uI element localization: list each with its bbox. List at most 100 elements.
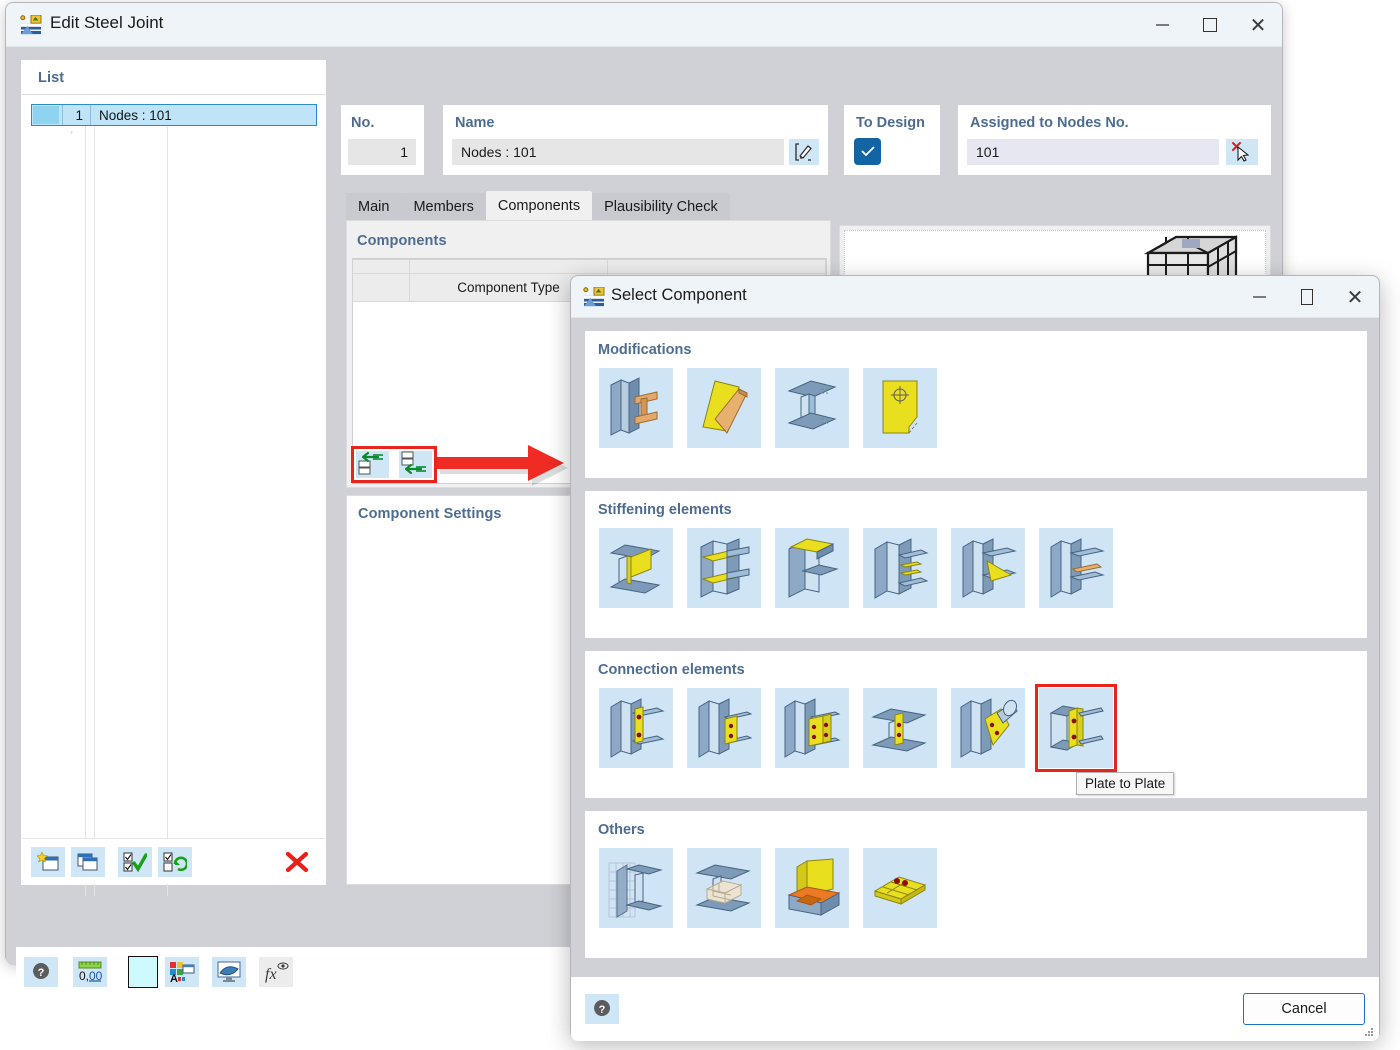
name-field-label: Name: [455, 115, 495, 131]
minimize-button[interactable]: [1138, 3, 1186, 47]
number-field-label: No.: [351, 115, 375, 131]
dialog-title: Select Component: [611, 286, 747, 304]
component-fin-plate[interactable]: [687, 688, 761, 768]
group-stiffening-elements: Stiffening elements: [585, 491, 1367, 638]
dialog-minimize-button[interactable]: [1235, 276, 1283, 318]
list-grid-line-1: [85, 126, 86, 896]
dialog-titlebar[interactable]: Select Component ✕: [571, 276, 1379, 318]
beam-notch-icon: [787, 380, 837, 430]
color-swatch-button[interactable]: [128, 956, 158, 988]
checkboxes-check-icon: [123, 852, 147, 872]
close-icon: ✕: [1249, 13, 1267, 37]
main-titlebar[interactable]: Edit Steel Joint ✕: [6, 3, 1282, 47]
tab-bar: Main Members Components Plausibility Che…: [346, 191, 730, 220]
component-notch[interactable]: [775, 368, 849, 448]
assigned-nodes-input[interactable]: 101: [967, 139, 1219, 165]
assigned-nodes-group: Assigned to Nodes No. 101: [958, 105, 1271, 175]
tab-components[interactable]: Components: [485, 191, 593, 220]
to-design-checkbox[interactable]: [854, 138, 881, 165]
append-component-button[interactable]: [399, 451, 432, 478]
copy-joint-button[interactable]: [71, 847, 105, 877]
component-gusset-stiffener[interactable]: [1039, 528, 1113, 608]
insert-component-button[interactable]: [356, 451, 389, 478]
component-flange-stiffener[interactable]: [687, 528, 761, 608]
rib-plates-icon: [874, 538, 929, 599]
checkboxes-refresh-icon: [163, 852, 187, 872]
edit-pencil-icon: [795, 143, 812, 161]
component-weld[interactable]: [775, 848, 849, 928]
resize-grip-icon[interactable]: [1364, 1027, 1374, 1037]
tab-main[interactable]: Main: [346, 193, 402, 220]
dialog-footer: ? Cancel: [571, 977, 1379, 1041]
list-toolbar: [22, 838, 325, 884]
formula-button[interactable]: fx: [259, 957, 293, 987]
solid-block-icon: [695, 864, 751, 912]
main-window-controls: ✕: [1138, 3, 1282, 47]
steel-joint-app-icon: [583, 287, 605, 307]
list-marker-tick: ': [71, 130, 73, 140]
maximize-icon: [1203, 18, 1217, 32]
top-strip-cell-1: [410, 260, 608, 273]
svg-text:A: A: [170, 973, 178, 983]
group-stiffening-items: [599, 528, 1113, 608]
list-grid-line-2: [94, 126, 95, 896]
svg-text:0,: 0,: [79, 969, 89, 983]
column-header-index: [353, 274, 410, 301]
component-tooltip: Plate to Plate: [1076, 772, 1175, 795]
dialog-help-button[interactable]: ?: [585, 994, 619, 1024]
component-haunch[interactable]: [951, 528, 1025, 608]
name-input[interactable]: Nodes : 101: [452, 139, 784, 165]
delete-joint-button[interactable]: [280, 847, 314, 877]
dialog-maximize-button[interactable]: [1283, 276, 1331, 318]
component-opening[interactable]: [863, 368, 937, 448]
decimal-places-button[interactable]: 0, 00: [73, 957, 107, 987]
name-field-group: Name Nodes : 101: [443, 105, 828, 175]
select-all-button[interactable]: [118, 847, 152, 877]
component-solid-block[interactable]: [687, 848, 761, 928]
component-end-plate[interactable]: [599, 688, 673, 768]
gusset-stiffener-icon: [1050, 538, 1105, 598]
display-properties-button[interactable]: A: [165, 957, 199, 987]
annotation-arrow: [436, 443, 586, 489]
tube-gusset-icon: [960, 698, 1018, 758]
cancel-button[interactable]: Cancel: [1243, 993, 1365, 1025]
monitor-render-icon: [217, 961, 241, 982]
weld-icon: [787, 858, 841, 916]
component-web-stiffener[interactable]: [599, 528, 673, 608]
svg-text:?: ?: [38, 967, 45, 979]
top-strip-cell-2: [608, 260, 826, 273]
svg-text:?: ?: [599, 1004, 606, 1016]
group-stiffening-title: Stiffening elements: [598, 502, 732, 518]
component-splice-plate[interactable]: [863, 688, 937, 768]
invert-selection-button[interactable]: [158, 847, 192, 877]
component-bolt-grid[interactable]: [863, 848, 937, 928]
new-joint-button[interactable]: [31, 847, 65, 877]
close-icon: ✕: [1346, 285, 1364, 309]
component-tube-gusset[interactable]: [951, 688, 1025, 768]
group-modifications: Modifications: [585, 331, 1367, 478]
assigned-nodes-pick-button[interactable]: [1226, 139, 1258, 165]
group-modifications-title: Modifications: [598, 342, 692, 358]
haunch-icon: [962, 538, 1017, 598]
component-surface-mesh[interactable]: [599, 848, 673, 928]
component-plate-cut[interactable]: [687, 368, 761, 448]
component-rib-plates[interactable]: [863, 528, 937, 608]
help-button[interactable]: ?: [24, 957, 58, 987]
component-settings-title: Component Settings: [358, 506, 502, 522]
list-grid-line-3: [167, 126, 168, 896]
close-button[interactable]: ✕: [1234, 3, 1282, 47]
name-edit-button[interactable]: [789, 139, 819, 165]
render-view-button[interactable]: [212, 957, 246, 987]
component-plate-to-plate[interactable]: [1035, 684, 1117, 772]
tab-plausibility-check[interactable]: Plausibility Check: [592, 193, 730, 220]
maximize-button[interactable]: [1186, 3, 1234, 47]
number-field-group: No. 1: [341, 105, 424, 175]
component-member-cut[interactable]: [599, 368, 673, 448]
group-connection-items: [599, 684, 1117, 772]
dialog-close-button[interactable]: ✕: [1331, 276, 1379, 318]
component-double-angle[interactable]: [775, 688, 849, 768]
group-connection-title: Connection elements: [598, 662, 745, 678]
component-cap-plate[interactable]: [775, 528, 849, 608]
list-item[interactable]: 1 Nodes : 101: [31, 104, 317, 126]
tab-members[interactable]: Members: [401, 193, 486, 220]
